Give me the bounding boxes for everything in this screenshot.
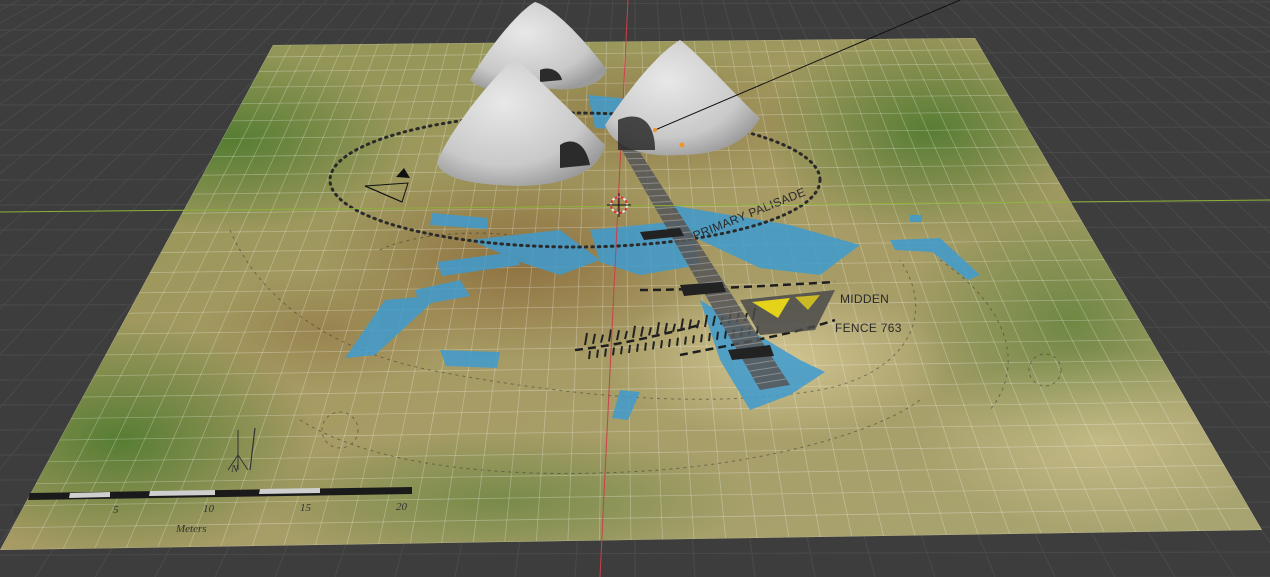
- scale-tick-15: 15: [300, 502, 312, 514]
- scale-tick-20: 20: [396, 501, 408, 513]
- north-letter: N: [230, 463, 239, 475]
- scale-tick-5: 5: [113, 504, 119, 516]
- label-fence-763: FENCE 763: [835, 321, 902, 335]
- scale-unit: Meters: [175, 523, 207, 535]
- label-midden: MIDDEN: [840, 292, 889, 306]
- 3d-viewport[interactable]: PRIMARY PALISADE MIDDEN FENCE 763 N 0 5 …: [0, 0, 1270, 577]
- scale-tick-10: 10: [203, 503, 215, 515]
- scale-tick-0: 0: [14, 506, 20, 518]
- viewport-canvas[interactable]: PRIMARY PALISADE MIDDEN FENCE 763 N 0 5 …: [0, 0, 1270, 577]
